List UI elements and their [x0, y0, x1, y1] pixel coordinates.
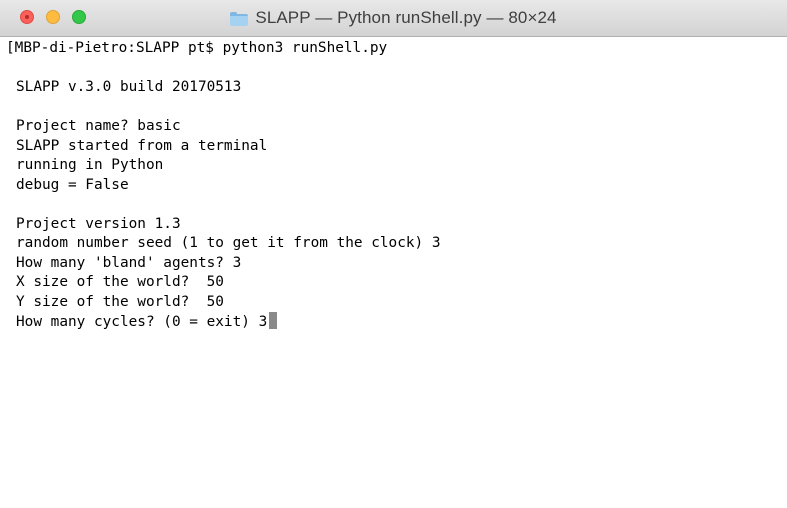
terminal-window: SLAPP — Python runShell.py — 80×24 [MBP-… [0, 0, 787, 508]
terminal-line-running: running in Python [16, 157, 164, 173]
window-title-group: SLAPP — Python runShell.py — 80×24 [0, 0, 787, 36]
terminal-line-started: SLAPP started from a terminal [16, 137, 268, 154]
terminal-line-project-version: Project version 1.3 [16, 215, 181, 232]
title-bar[interactable]: SLAPP — Python runShell.py — 80×24 [0, 0, 787, 37]
terminal-line-version: SLAPP v.3.0 build 20170513 [16, 79, 242, 95]
terminal-line-debug: debug = False [16, 176, 129, 193]
terminal-line-x-size: X size of the world? 50 [16, 274, 224, 290]
text-cursor [269, 312, 278, 329]
terminal-line-seed: random number seed (1 to get it from the… [16, 235, 441, 251]
terminal-line-prompt: [MBP-di-Pietro:SLAPP pt$ python3 runShel… [6, 40, 388, 56]
terminal-line-y-size: Y size of the world? 50 [16, 293, 224, 310]
terminal-line-project-name: Project name? basic [16, 118, 181, 134]
folder-icon [230, 12, 249, 26]
window-title: SLAPP — Python runShell.py — 80×24 [255, 8, 557, 27]
terminal-output[interactable]: [MBP-di-Pietro:SLAPP pt$ python3 runShel… [0, 37, 787, 508]
terminal-line-cycles: How many cycles? (0 = exit) 3 [16, 312, 787, 332]
terminal-line-agents: How many 'bland' agents? 3 [16, 254, 242, 271]
terminal-line-cycles-text: How many cycles? (0 = exit) 3 [16, 314, 268, 330]
